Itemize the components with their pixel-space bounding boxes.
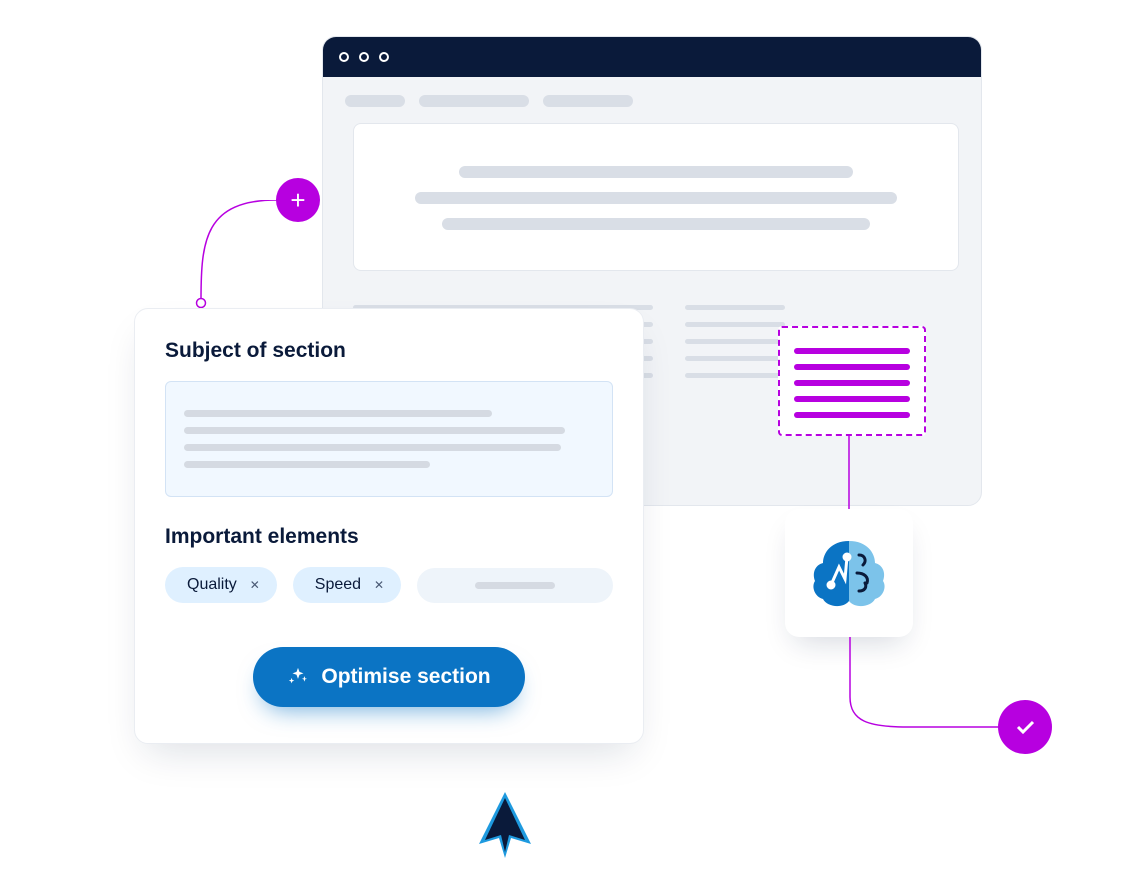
text-placeholder [459,166,854,178]
connector-line [165,200,298,310]
text-placeholder [475,582,555,589]
text-placeholder [415,192,897,204]
tag-chip[interactable]: Quality ✕ [165,567,277,603]
text-placeholder [184,410,492,417]
subject-heading: Subject of section [165,339,613,363]
highlight-line [794,396,910,402]
check-icon [1013,715,1037,739]
window-titlebar [323,37,981,77]
document-card [353,123,959,271]
tag-label: Quality [187,576,237,594]
highlight-line [794,380,910,386]
column [685,293,785,390]
add-section-button[interactable]: + [276,178,320,222]
text-placeholder [184,461,430,468]
x-icon[interactable]: ✕ [247,577,263,593]
subject-input[interactable] [165,381,613,497]
sparkle-icon [287,666,309,688]
highlight-line [794,412,910,418]
text-placeholder [184,427,565,434]
x-icon[interactable]: ✕ [371,577,387,593]
highlight-line [794,348,910,354]
success-badge [998,700,1052,754]
window-control-icon [339,52,349,62]
highlight-line [794,364,910,370]
brain-icon [809,537,889,609]
add-tag-input[interactable] [417,568,613,603]
plus-icon: + [290,185,305,216]
optimise-section-button[interactable]: Optimise section [253,647,524,707]
tag-label: Speed [315,576,361,594]
ai-processing-card [785,509,913,637]
tag-list: Quality ✕ Speed ✕ [165,567,613,603]
tab-placeholder [543,95,633,107]
tag-chip[interactable]: Speed ✕ [293,567,401,603]
window-control-icon [359,52,369,62]
tab-placeholder [419,95,529,107]
text-placeholder [184,444,561,451]
cursor-icon [475,788,535,858]
tab-placeholder [345,95,405,107]
tab-strip [323,77,981,113]
cta-label: Optimise section [321,665,490,689]
text-placeholder [442,218,869,230]
selected-section[interactable] [778,326,926,436]
connector-line [848,637,1023,737]
window-control-icon [379,52,389,62]
elements-heading: Important elements [165,525,613,549]
optimise-panel: Subject of section Important elements Qu… [134,308,644,744]
